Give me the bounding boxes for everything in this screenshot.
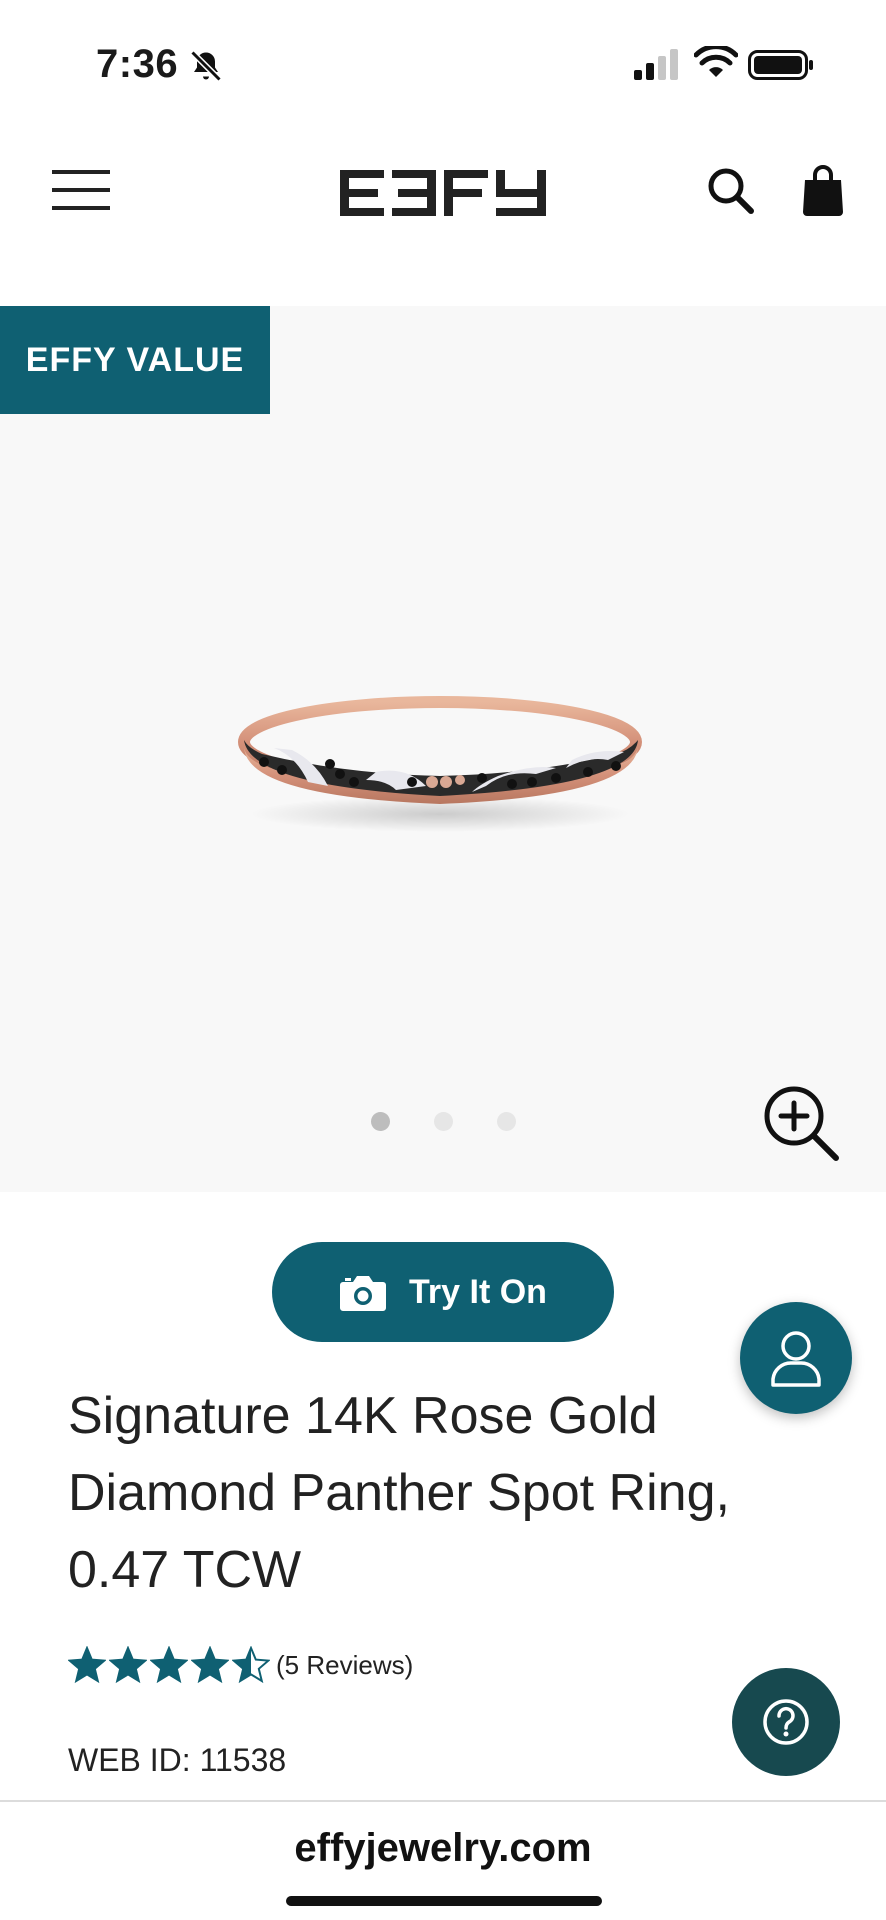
reviews-link[interactable]: (5 Reviews) (276, 1650, 413, 1681)
carousel-dots (0, 1112, 886, 1131)
battery-icon (748, 50, 813, 80)
star-half-icon (232, 1646, 270, 1684)
product-title: Signature 14K Rose Gold Diamond Panther … (68, 1387, 730, 1599)
product-ring-image[interactable] (236, 686, 644, 838)
product-image-gallery[interactable]: EFFY VALUE (0, 306, 886, 1192)
user-icon (771, 1331, 821, 1387)
carousel-dot-3[interactable] (496, 1112, 516, 1131)
star-full-icon (150, 1646, 188, 1684)
bell-slash-icon (190, 50, 222, 82)
star-full-icon (191, 1646, 229, 1684)
carousel-dot-1[interactable] (370, 1112, 390, 1131)
search-icon[interactable] (706, 166, 754, 214)
try-it-on-label: Try It On (409, 1272, 547, 1311)
help-fab-button[interactable] (732, 1668, 840, 1776)
product-rating[interactable]: (5 Reviews) (68, 1646, 413, 1684)
home-indicator[interactable] (286, 1896, 602, 1906)
web-id: WEB ID: 11538 (68, 1742, 287, 1778)
effy-logo[interactable] (340, 170, 546, 216)
cellular-signal-icon (634, 49, 678, 80)
effy-value-badge: EFFY VALUE (0, 306, 270, 414)
browser-url-bar[interactable]: effyjewelry.com (0, 1800, 886, 1920)
shopping-bag-icon[interactable] (802, 164, 844, 216)
try-it-on-button[interactable]: Try It On (272, 1242, 614, 1342)
status-bar: 7:36 (0, 0, 886, 120)
url-text[interactable]: effyjewelry.com (0, 1826, 886, 1871)
carousel-dot-2[interactable] (433, 1112, 453, 1131)
hamburger-menu-icon[interactable] (52, 168, 110, 212)
wifi-icon (694, 46, 738, 77)
rating-stars (68, 1646, 270, 1684)
status-time: 7:36 (96, 42, 179, 86)
camera-icon (340, 1276, 387, 1311)
star-full-icon (68, 1646, 106, 1684)
zoom-in-icon[interactable] (760, 1082, 842, 1164)
star-full-icon (109, 1646, 147, 1684)
site-header (0, 120, 886, 306)
help-question-icon (763, 1699, 809, 1745)
